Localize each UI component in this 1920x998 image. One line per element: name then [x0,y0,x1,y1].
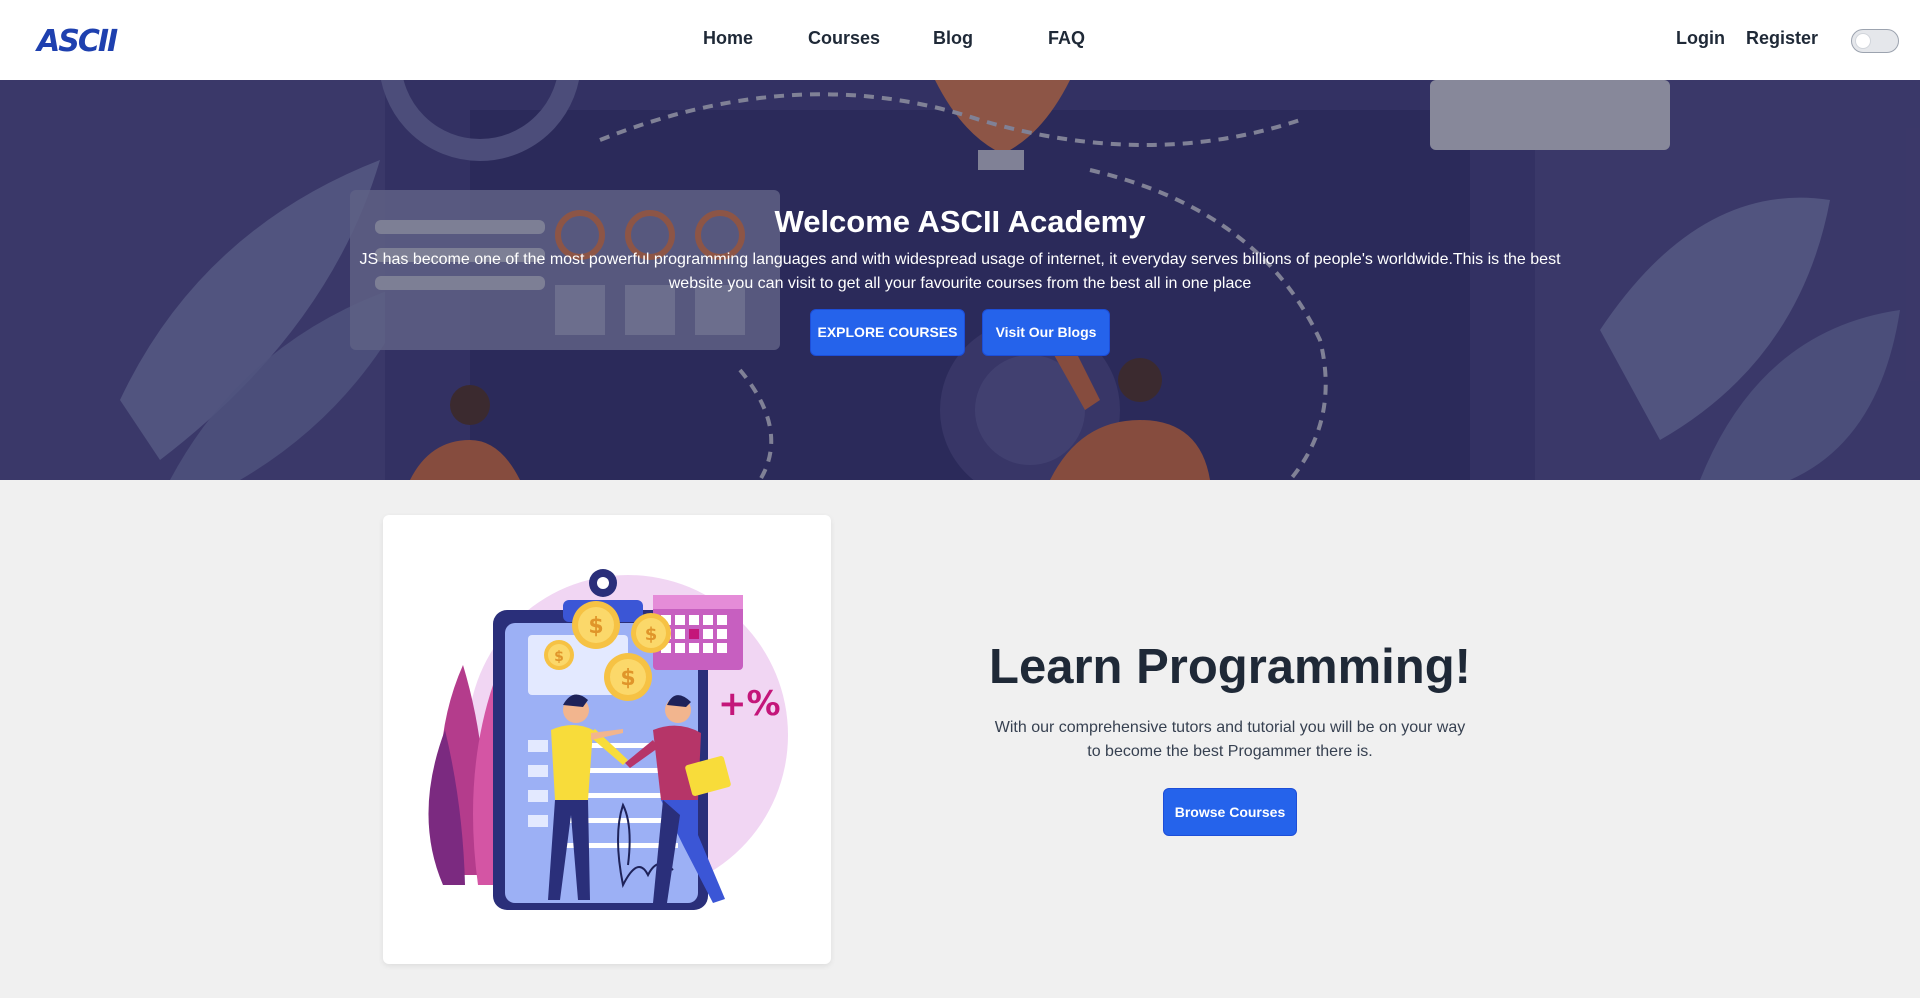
feature-title: Learn Programming! [989,640,1471,694]
hero-description: JS has become one of the most powerful p… [359,251,1561,292]
svg-text:$: $ [554,649,564,665]
navbar: ASCII Home Courses Blog FAQ Login Regist… [0,0,1920,80]
nav-faq-link[interactable]: FAQ [1048,28,1085,49]
login-link[interactable]: Login [1676,28,1725,49]
nav-courses-link[interactable]: Courses [808,28,880,49]
handshake-contract-illustration: $ $ $ $ +% [428,569,788,910]
svg-text:$: $ [645,624,658,645]
hero-title: Welcome ASCII Academy [774,204,1146,239]
browse-courses-button[interactable]: Browse Courses [1163,788,1297,836]
nav-home-link[interactable]: Home [703,28,753,49]
nav-blog-link[interactable]: Blog [933,28,973,49]
svg-text:$: $ [620,666,635,691]
plus-percent-text: +% [718,684,781,724]
toggle-knob [1855,33,1871,49]
feature-description: With our comprehensive tutors and tutori… [994,719,1466,760]
logo[interactable]: ASCII [37,24,118,59]
illustration-card: $ $ $ $ +% [383,515,831,964]
register-link[interactable]: Register [1746,28,1818,49]
visit-blogs-button[interactable]: Visit Our Blogs [982,309,1110,356]
svg-text:$: $ [588,614,603,639]
hero-banner: Welcome ASCII Academy JS has become one … [0,80,1920,480]
explore-courses-button[interactable]: EXPLORE COURSES [810,309,965,356]
theme-toggle[interactable] [1851,29,1899,53]
